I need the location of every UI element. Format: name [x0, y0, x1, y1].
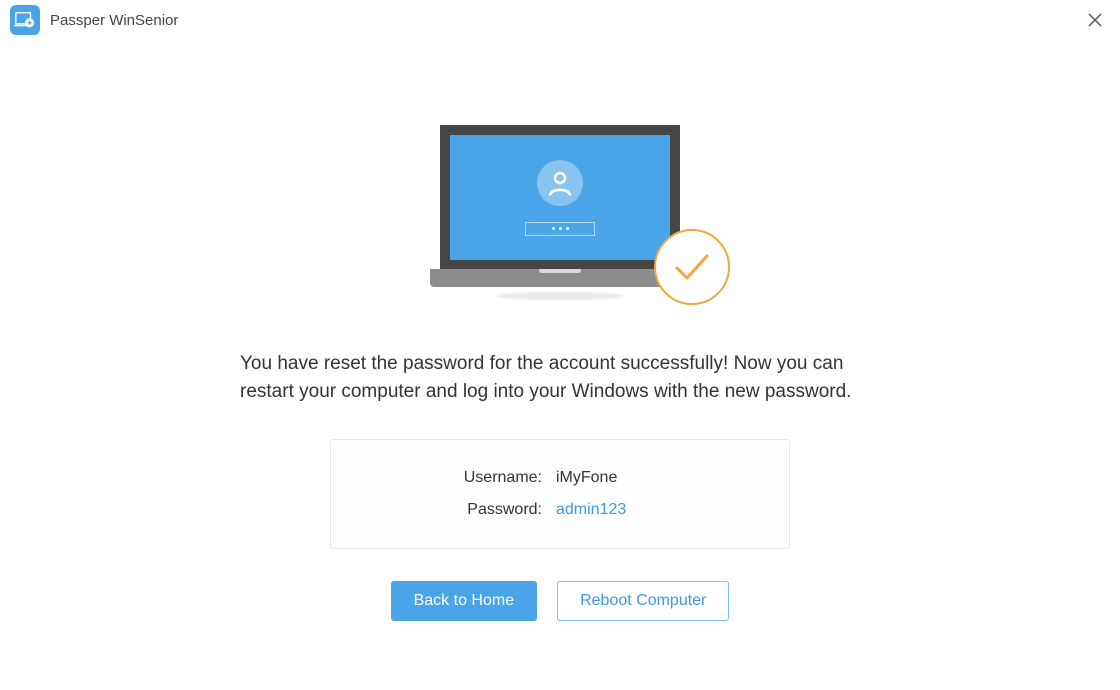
- password-value: admin123: [556, 501, 626, 519]
- success-check-icon: [654, 229, 730, 305]
- app-logo-icon: [10, 5, 40, 35]
- back-home-button[interactable]: Back to Home: [391, 581, 537, 621]
- close-button[interactable]: [1080, 5, 1110, 35]
- main-content: You have reset the password for the acco…: [0, 40, 1120, 621]
- laptop-notch: [539, 269, 581, 273]
- username-label: Username:: [331, 469, 556, 487]
- username-value: iMyFone: [556, 469, 617, 487]
- user-avatar-icon: [537, 160, 583, 206]
- reboot-button[interactable]: Reboot Computer: [557, 581, 729, 621]
- close-icon: [1088, 13, 1102, 27]
- app-title: Passper WinSenior: [50, 12, 1080, 29]
- password-row: Password: admin123: [331, 494, 789, 526]
- titlebar: Passper WinSenior: [0, 0, 1120, 40]
- credentials-box: Username: iMyFone Password: admin123: [330, 439, 790, 549]
- laptop-screen: [450, 135, 670, 260]
- success-illustration: [430, 125, 690, 300]
- password-label: Password:: [331, 501, 556, 519]
- success-message: You have reset the password for the acco…: [240, 350, 880, 405]
- laptop-shadow: [495, 292, 625, 300]
- password-dots-icon: [525, 222, 595, 236]
- username-row: Username: iMyFone: [331, 462, 789, 494]
- action-buttons: Back to Home Reboot Computer: [391, 581, 730, 621]
